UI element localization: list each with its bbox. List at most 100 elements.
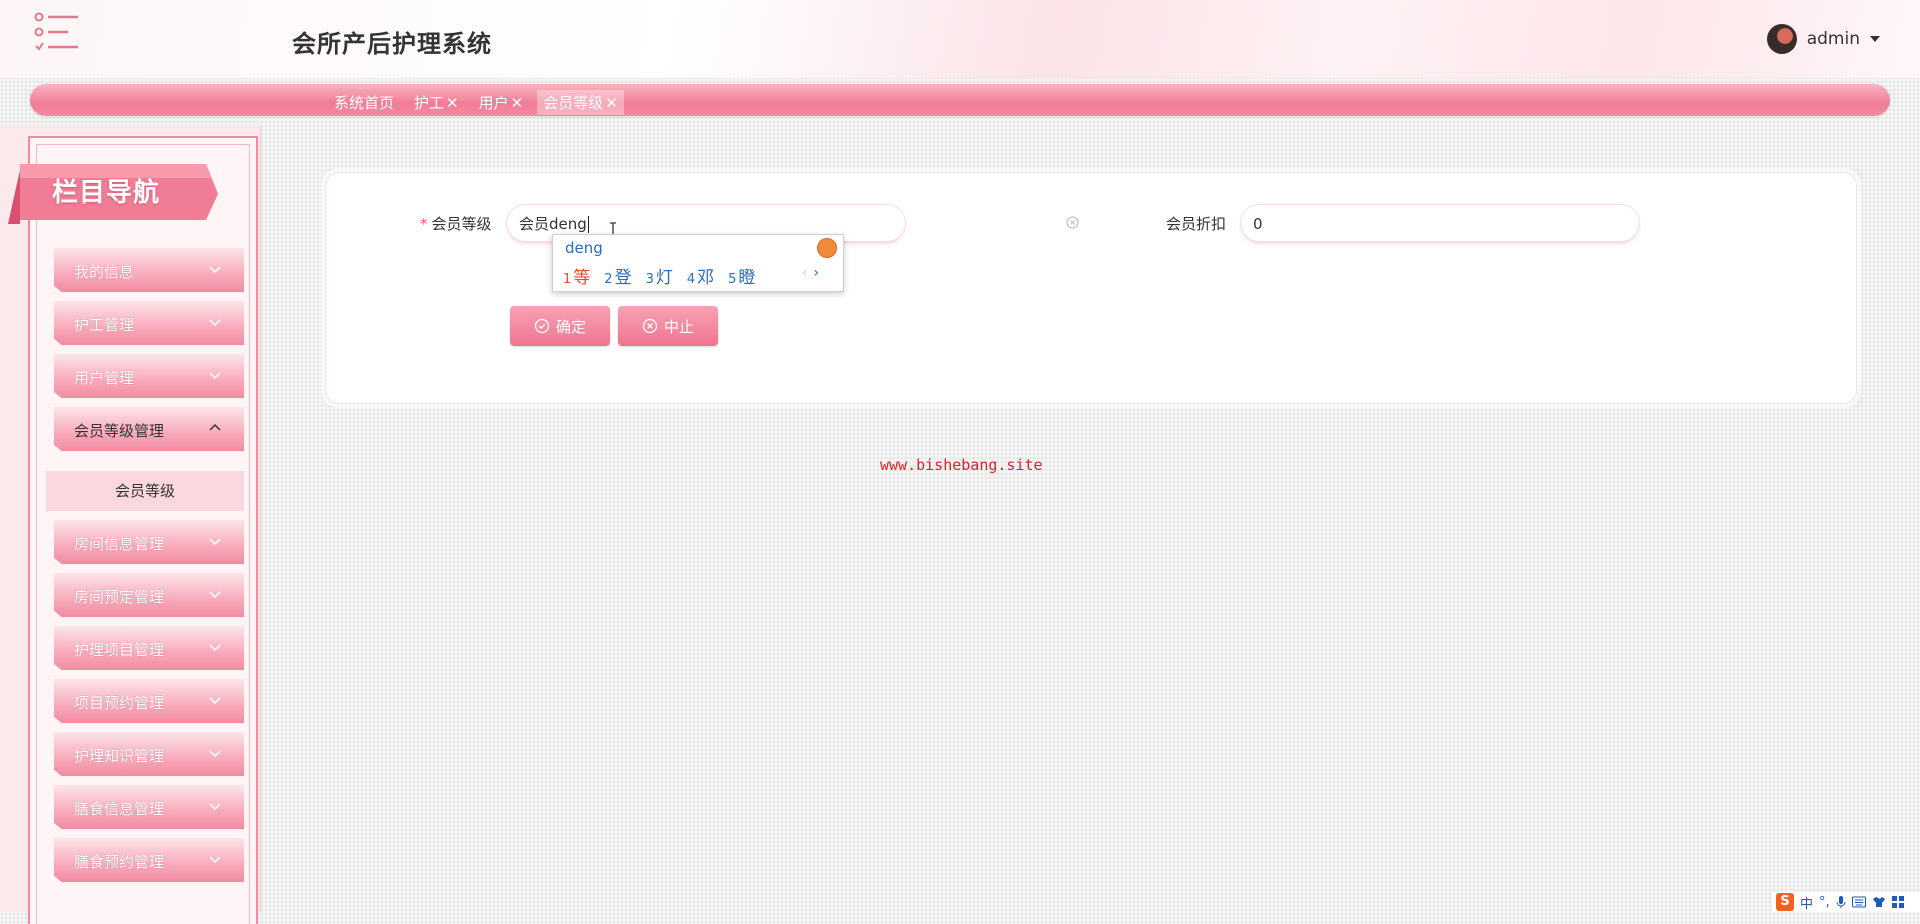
sidebar-item-label: 房间信息管理	[74, 535, 165, 553]
top-header: 会所产后护理系统 admin	[0, 0, 1920, 78]
nav-banner-title: 栏目导航	[52, 178, 161, 208]
confirm-label: 确定	[555, 317, 586, 336]
clear-circle-icon[interactable]	[1066, 216, 1079, 229]
sidebar-item-label: 项目预约管理	[74, 694, 165, 712]
sidebar-item-meal-booking-mgmt[interactable]: 膳食预约管理	[54, 838, 244, 882]
close-icon[interactable]: ✕	[605, 94, 618, 112]
ime-page-nav: ‹ ›	[802, 265, 819, 281]
sidebar-item-user-mgmt[interactable]: 用户管理	[54, 354, 244, 398]
keyboard-icon[interactable]	[1851, 896, 1866, 908]
chevron-down-icon	[209, 538, 221, 546]
ime-candidate-number: 4	[686, 272, 696, 287]
ime-language-toggle[interactable]: 中	[1800, 893, 1813, 912]
ime-candidate[interactable]: 3灯	[646, 263, 673, 288]
ime-candidate-number: 3	[645, 272, 654, 287]
sidebar-item-member-level-mgmt[interactable]: 会员等级管理	[54, 407, 244, 451]
sidebar-item-room-booking-mgmt[interactable]: 房间预定管理	[54, 573, 244, 617]
ime-candidate[interactable]: 5瞪	[728, 263, 755, 288]
microphone-icon[interactable]	[1836, 895, 1846, 909]
submenu-item-label: 会员等级	[114, 482, 175, 500]
sidebar-item-care-project-mgmt[interactable]: 护理项目管理	[54, 626, 244, 670]
watermark-text: www.bishebang.site	[880, 456, 1043, 474]
chevron-down-icon	[209, 319, 221, 327]
ime-candidate-number: 1	[563, 272, 572, 287]
chevron-down-icon	[209, 591, 221, 599]
cancel-label: 中止	[663, 317, 694, 336]
close-icon[interactable]: ✕	[446, 94, 459, 112]
ime-candidate-char: 等	[573, 268, 591, 288]
confirm-button[interactable]: 确定	[510, 306, 610, 346]
ime-status-bar: S 中 °,	[1772, 892, 1920, 912]
username[interactable]: admin	[1807, 29, 1860, 49]
ime-candidate[interactable]: 2登	[604, 263, 631, 288]
sidebar-item-project-booking-mgmt[interactable]: 项目预约管理	[54, 679, 244, 723]
ime-prev-icon[interactable]: ‹	[802, 265, 808, 281]
sidebar-item-my-info[interactable]: 我的信息	[54, 248, 244, 292]
member-discount-input[interactable]: 0	[1240, 204, 1640, 242]
sidebar-item-label: 膳食信息管理	[74, 800, 165, 818]
check-circle-icon	[534, 318, 550, 334]
submenu-item-member-level[interactable]: 会员等级	[46, 471, 244, 511]
sidebar-item-nurse-mgmt[interactable]: 护工管理	[54, 301, 244, 345]
tab-label: 会员等级	[543, 94, 604, 112]
text-cursor	[587, 216, 589, 233]
ime-logo-icon[interactable]	[817, 238, 837, 258]
sidebar-item-label: 用户管理	[74, 369, 135, 387]
user-menu[interactable]: admin	[1766, 24, 1880, 54]
ime-next-icon[interactable]: ›	[813, 265, 819, 281]
member-level-value: 会员deng	[519, 215, 587, 233]
member-level-label: * 会员等级	[420, 213, 492, 234]
cancel-button[interactable]: 中止	[618, 306, 718, 346]
chevron-down-icon	[209, 266, 221, 274]
chevron-down-icon	[209, 697, 221, 705]
ime-punctuation-toggle[interactable]: °,	[1819, 895, 1830, 910]
ime-candidate-char: 登	[614, 268, 632, 288]
chevron-down-icon	[209, 372, 221, 380]
sidebar-item-label: 护理知识管理	[74, 747, 165, 765]
ime-pinyin: deng	[565, 239, 603, 257]
tab-user[interactable]: 用户 ✕	[473, 90, 530, 115]
sidebar-item-label: 护工管理	[74, 316, 135, 334]
sidebar-item-label: 会员等级管理	[74, 422, 165, 440]
skin-shirt-icon[interactable]	[1872, 896, 1886, 908]
tab-home[interactable]: 系统首页	[328, 90, 400, 115]
ime-candidate[interactable]: 4邓	[687, 263, 714, 288]
close-icon[interactable]: ✕	[511, 94, 524, 112]
member-discount-label: 会员折扣	[1166, 215, 1227, 233]
chevron-down-icon	[209, 803, 221, 811]
ime-candidate-number: 5	[728, 272, 737, 287]
tab-member-level[interactable]: 会员等级 ✕	[537, 90, 624, 115]
avatar[interactable]	[1766, 24, 1797, 54]
chevron-down-icon	[209, 856, 221, 864]
required-mark: *	[420, 215, 428, 233]
tab-label: 系统首页	[334, 94, 395, 112]
member-discount-value: 0	[1253, 215, 1263, 233]
sidebar-item-room-info-mgmt[interactable]: 房间信息管理	[54, 520, 244, 564]
sidebar-item-label: 膳食预约管理	[74, 853, 165, 871]
sidebar-item-meal-info-mgmt[interactable]: 膳食信息管理	[54, 785, 244, 829]
sidebar-item-care-knowledge-mgmt[interactable]: 护理知识管理	[54, 732, 244, 776]
ime-candidate-char: 灯	[655, 268, 673, 288]
close-circle-icon	[642, 318, 658, 334]
ime-candidate[interactable]: 1等	[563, 263, 590, 288]
tab-bar: 系统首页 护工 ✕ 用户 ✕ 会员等级 ✕	[30, 84, 1890, 116]
app-title: 会所产后护理系统	[292, 30, 492, 58]
sidebar: 栏目导航 我的信息 护工管理 用户管理 会员等级管理 会员等级 房间信息管理 房…	[0, 126, 261, 924]
member-level-label-text: 会员等级	[431, 215, 492, 233]
tab-label: 用户	[478, 94, 509, 112]
caret-down-icon[interactable]	[1870, 36, 1880, 42]
toolbox-grid-icon[interactable]	[1891, 896, 1904, 908]
chevron-down-icon	[209, 750, 221, 758]
menu-toggle-icon[interactable]	[34, 12, 80, 52]
chevron-down-icon	[209, 644, 221, 652]
ime-candidate-char: 邓	[697, 268, 715, 288]
sidebar-item-label: 护理项目管理	[74, 641, 165, 659]
sidebar-item-label: 房间预定管理	[74, 588, 165, 606]
sogou-logo-icon[interactable]: S	[1776, 893, 1794, 911]
ime-candidate-char: 瞪	[738, 268, 756, 288]
ime-candidate-popup: deng 1等 2登 3灯 4邓 5瞪 ‹ ›	[552, 234, 844, 292]
tab-nurse[interactable]: 护工 ✕	[408, 90, 465, 115]
chevron-up-icon	[209, 423, 221, 431]
tab-label: 护工	[414, 94, 445, 112]
ime-candidate-number: 2	[604, 272, 613, 287]
